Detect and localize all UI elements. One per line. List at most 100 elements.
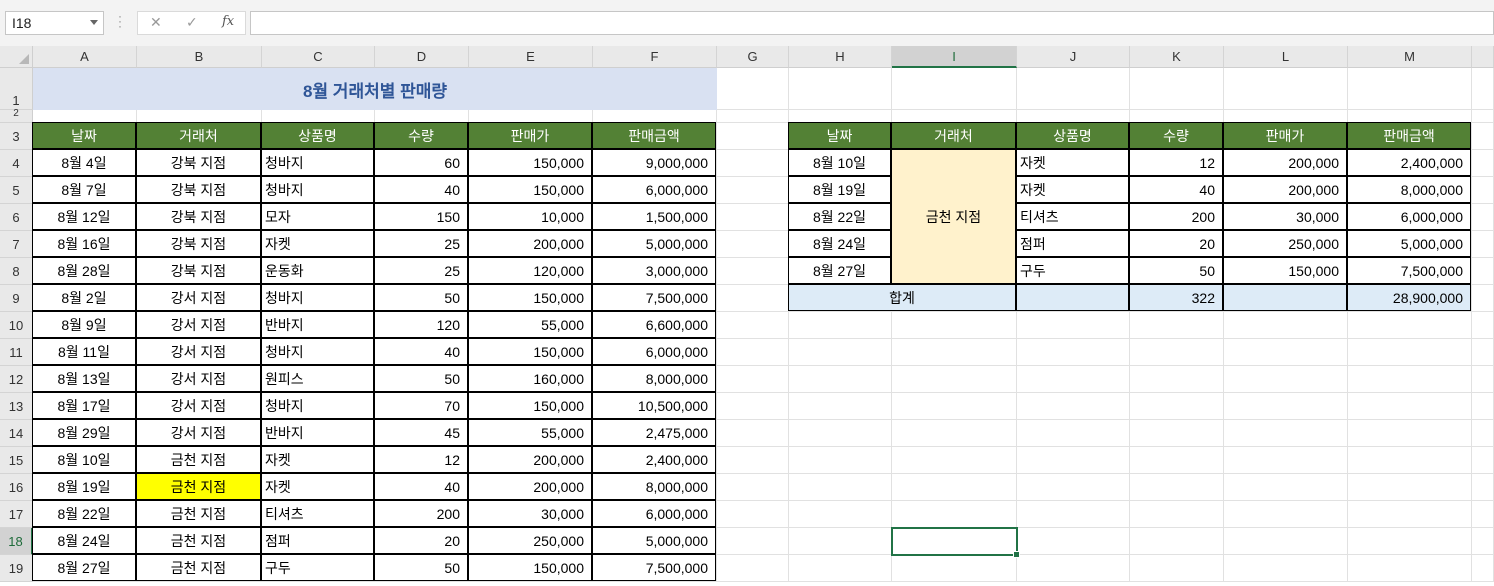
table-cell[interactable]: 9,000,000 xyxy=(592,149,716,176)
table-cell[interactable]: 200,000 xyxy=(468,230,592,257)
table-cell[interactable]: 구두 xyxy=(261,554,374,581)
grid-cell[interactable] xyxy=(1017,528,1130,555)
grid-cell[interactable] xyxy=(717,177,789,204)
row-header-13[interactable]: 13 xyxy=(0,393,33,420)
table-cell[interactable]: 8월 16일 xyxy=(32,230,136,257)
grid-cell[interactable] xyxy=(1348,474,1472,501)
table-cell[interactable]: 청바지 xyxy=(261,176,374,203)
table-cell[interactable]: 모자 xyxy=(261,203,374,230)
table-cell[interactable]: 1,500,000 xyxy=(592,203,716,230)
column-header-l[interactable]: L xyxy=(1224,46,1348,68)
table-cell[interactable]: 6,000,000 xyxy=(592,500,716,527)
table-cell[interactable]: 6,600,000 xyxy=(592,311,716,338)
grid-cell[interactable] xyxy=(1224,312,1348,339)
table-cell[interactable]: 7,500,000 xyxy=(592,554,716,581)
grid-cell[interactable] xyxy=(1130,420,1224,447)
table-cell[interactable]: 55,000 xyxy=(468,311,592,338)
grid-cell[interactable] xyxy=(1472,204,1494,231)
row-header-8[interactable]: 8 xyxy=(0,258,33,285)
grid-cell[interactable] xyxy=(1130,312,1224,339)
grid-cell[interactable] xyxy=(1130,501,1224,528)
table-cell[interactable]: 강북 지점 xyxy=(136,230,261,257)
grid-cell[interactable] xyxy=(1472,110,1494,123)
grid-cell[interactable] xyxy=(1017,420,1130,447)
table-cell[interactable]: 150,000 xyxy=(468,554,592,581)
table-cell[interactable]: 강서 지점 xyxy=(136,338,261,365)
table-cell[interactable]: 강서 지점 xyxy=(136,392,261,419)
row-header-3[interactable]: 3 xyxy=(0,123,33,150)
row-header-1[interactable]: 1 xyxy=(0,68,33,110)
grid-cell[interactable] xyxy=(1472,123,1494,150)
table-cell[interactable]: 8월 22일 xyxy=(32,500,136,527)
grid-cell[interactable] xyxy=(1017,366,1130,393)
table-cell[interactable]: 20 xyxy=(374,527,468,554)
table-cell[interactable]: 8월 28일 xyxy=(32,257,136,284)
grid-cell[interactable] xyxy=(717,285,789,312)
summary-cell[interactable]: 7,500,000 xyxy=(1347,257,1471,284)
table-cell[interactable]: 자켓 xyxy=(261,446,374,473)
grid-cell[interactable] xyxy=(789,339,892,366)
grid-cell[interactable] xyxy=(1472,150,1494,177)
table-cell[interactable]: 150,000 xyxy=(468,338,592,365)
row-header-19[interactable]: 19 xyxy=(0,555,33,582)
summary-cell[interactable]: 20 xyxy=(1129,230,1223,257)
grid-cell[interactable] xyxy=(1348,501,1472,528)
summary-cell[interactable]: 50 xyxy=(1129,257,1223,284)
column-header-g[interactable]: G xyxy=(717,46,789,68)
grid-cell[interactable] xyxy=(1472,501,1494,528)
table-cell[interactable]: 25 xyxy=(374,230,468,257)
table-cell[interactable]: 자켓 xyxy=(261,230,374,257)
table-cell[interactable]: 금천 지점 xyxy=(136,527,261,554)
table-cell[interactable]: 60 xyxy=(374,149,468,176)
summary-cell[interactable]: 8월 24일 xyxy=(788,230,891,257)
table-cell[interactable]: 150,000 xyxy=(468,176,592,203)
grid-cell[interactable] xyxy=(789,555,892,582)
table-cell[interactable]: 200,000 xyxy=(468,473,592,500)
column-header-a[interactable]: A xyxy=(33,46,137,68)
grid-cell[interactable] xyxy=(892,420,1017,447)
table-cell[interactable]: 70 xyxy=(374,392,468,419)
table-cell[interactable]: 7,500,000 xyxy=(592,284,716,311)
row-header-5[interactable]: 5 xyxy=(0,177,33,204)
table-cell[interactable]: 청바지 xyxy=(261,392,374,419)
row-header-7[interactable]: 7 xyxy=(0,231,33,258)
table-cell[interactable]: 12 xyxy=(374,446,468,473)
grid-cell[interactable] xyxy=(717,231,789,258)
enter-icon[interactable]: ✓ xyxy=(186,14,198,31)
table-cell[interactable]: 8월 29일 xyxy=(32,419,136,446)
grid-cell[interactable] xyxy=(717,68,789,110)
table-cell[interactable]: 250,000 xyxy=(468,527,592,554)
grid-cell[interactable] xyxy=(1017,447,1130,474)
grid-cell[interactable] xyxy=(1348,339,1472,366)
table-cell[interactable]: 150,000 xyxy=(468,284,592,311)
grid-cell[interactable] xyxy=(1472,339,1494,366)
table-cell[interactable]: 2,475,000 xyxy=(592,419,716,446)
chevron-down-icon[interactable] xyxy=(90,20,98,25)
table-cell[interactable]: 금천 지점 xyxy=(136,554,261,581)
grid-cell[interactable] xyxy=(717,501,789,528)
grid-cell[interactable] xyxy=(789,501,892,528)
grid-cell[interactable] xyxy=(1017,501,1130,528)
summary-cell[interactable]: 200,000 xyxy=(1223,176,1347,203)
grid-cell[interactable] xyxy=(717,204,789,231)
grid-cell[interactable] xyxy=(1472,68,1494,110)
table-cell[interactable]: 금천 지점 xyxy=(136,446,261,473)
summary-cell[interactable]: 200 xyxy=(1129,203,1223,230)
table-cell[interactable]: 120,000 xyxy=(468,257,592,284)
grid-cell[interactable] xyxy=(1348,366,1472,393)
grid-cell[interactable] xyxy=(1130,366,1224,393)
summary-cell[interactable]: 150,000 xyxy=(1223,257,1347,284)
table-cell[interactable]: 청바지 xyxy=(261,149,374,176)
grid-cell[interactable] xyxy=(1130,68,1224,110)
table-cell[interactable]: 8월 17일 xyxy=(32,392,136,419)
column-header-m[interactable]: M xyxy=(1348,46,1472,68)
table-cell[interactable]: 200,000 xyxy=(468,446,592,473)
table-cell[interactable]: 8월 7일 xyxy=(32,176,136,203)
summary-cell[interactable]: 40 xyxy=(1129,176,1223,203)
table-cell[interactable]: 40 xyxy=(374,176,468,203)
row-header-16[interactable]: 16 xyxy=(0,474,33,501)
grid-cell[interactable] xyxy=(1130,474,1224,501)
grid-cell[interactable] xyxy=(717,420,789,447)
select-all-button[interactable] xyxy=(0,46,33,68)
grid-cell[interactable] xyxy=(1224,474,1348,501)
